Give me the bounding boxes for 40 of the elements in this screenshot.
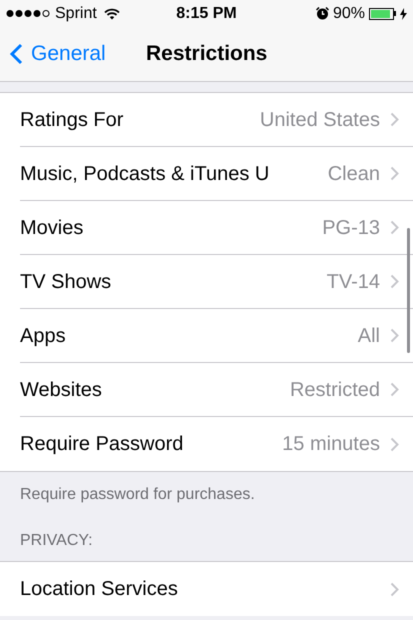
row-label: Location Services <box>20 577 179 602</box>
status-time: 8:15 PM <box>175 4 238 24</box>
section-footer: Require password for purchases. <box>0 472 413 529</box>
battery-percentage: 90% <box>332 4 365 24</box>
settings-row[interactable]: Websites Restricted <box>20 363 413 417</box>
charging-bolt-icon <box>400 8 407 20</box>
settings-row[interactable]: Require Password 15 minutes <box>20 417 413 471</box>
row-label: Websites <box>20 378 103 402</box>
chevron-right-icon <box>390 436 399 452</box>
chevron-right-icon <box>390 112 399 127</box>
wifi-icon <box>104 8 120 20</box>
row-label: Apps <box>20 324 67 348</box>
row-value: Restricted <box>290 378 380 402</box>
chevron-right-icon <box>390 274 399 289</box>
chevron-right-icon <box>390 382 399 397</box>
row-label: Require Password <box>20 432 184 457</box>
row-value: All <box>358 324 380 348</box>
alarm-clock-icon <box>316 7 329 20</box>
row-label: Music, Podcasts & iTunes U <box>20 162 270 186</box>
chevron-right-icon <box>390 582 399 596</box>
row-value: TV-14 <box>326 270 380 294</box>
row-value: 15 minutes <box>282 432 380 457</box>
row-value: PG-13 <box>322 216 380 240</box>
back-button[interactable]: General <box>0 38 106 70</box>
chevron-left-icon <box>10 43 23 65</box>
row-label: TV Shows <box>20 270 112 294</box>
section-header: PRIVACY: <box>19 531 94 551</box>
chevron-right-icon <box>390 166 399 181</box>
signal-strength-icon <box>6 9 52 18</box>
battery-icon <box>369 8 396 20</box>
row-value: United States <box>260 108 380 132</box>
carrier-name: Sprint <box>55 4 97 24</box>
chevron-right-icon <box>390 220 399 235</box>
chevron-right-icon <box>390 328 399 343</box>
row-label: Movies <box>20 216 84 240</box>
row-label: Ratings For <box>20 108 124 132</box>
settings-row[interactable]: Music, Podcasts & iTunes U Clean <box>20 147 413 201</box>
row-value: Clean <box>328 162 380 186</box>
settings-row[interactable]: Ratings For United States <box>20 93 413 147</box>
nav-title: Restrictions <box>146 41 268 68</box>
